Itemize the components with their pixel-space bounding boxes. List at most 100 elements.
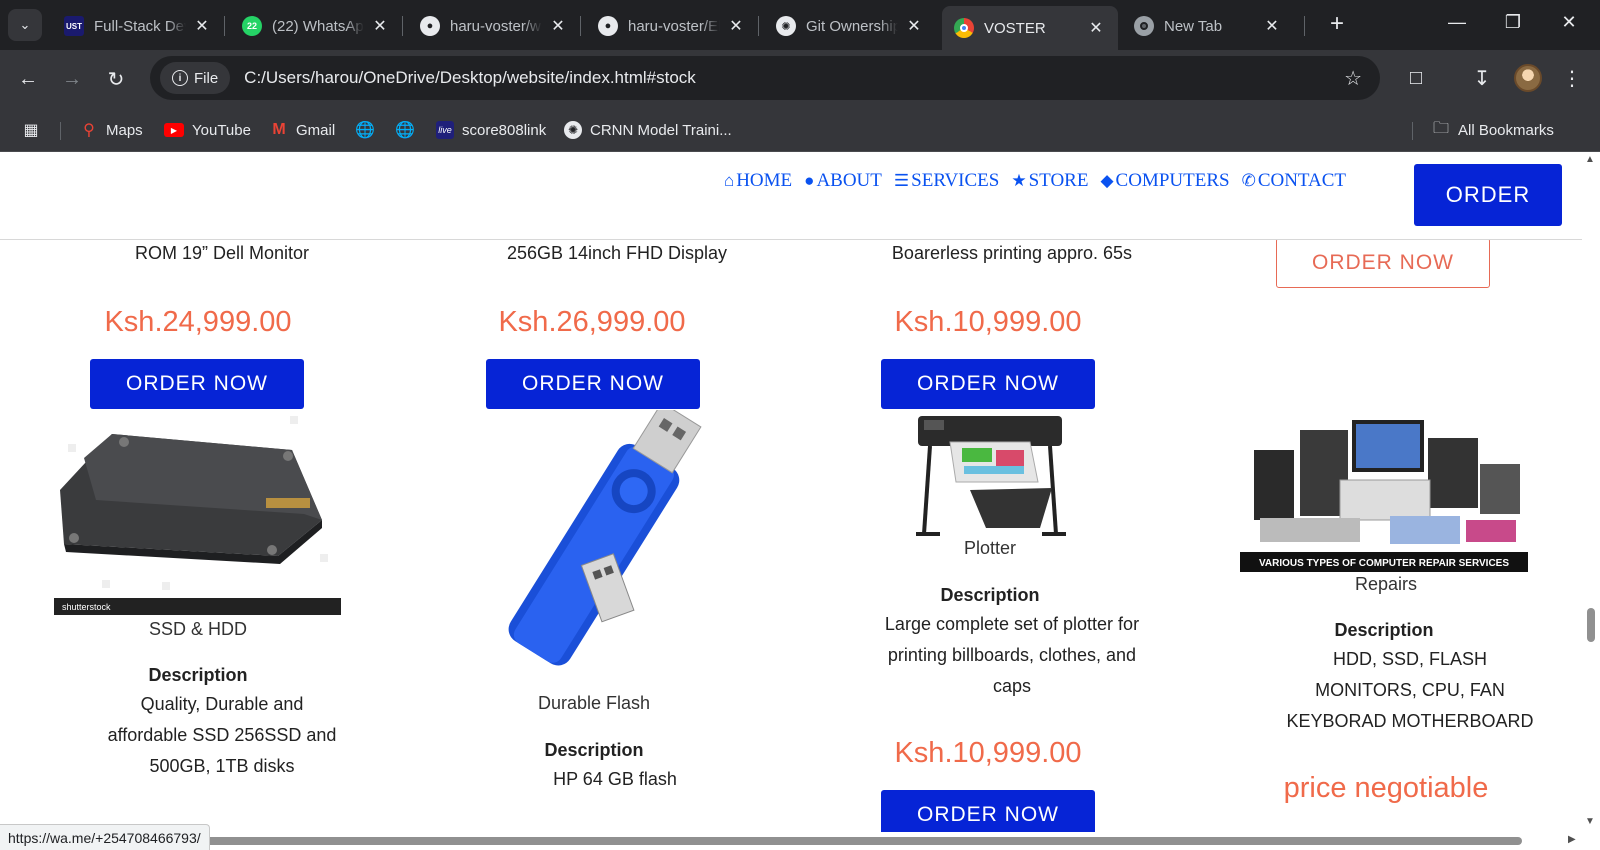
nav-computers[interactable]: ◆ COMPUTERS bbox=[1100, 170, 1229, 192]
tab-search-button[interactable]: ⌄ bbox=[8, 9, 42, 41]
forward-button[interactable]: → bbox=[58, 65, 86, 93]
bookmark-youtube[interactable]: ▶ YouTube bbox=[164, 118, 251, 142]
store-section: ROM 19” Dell Monitor 256GB 14inch FHD Di… bbox=[0, 152, 1582, 832]
tab-full-stack[interactable]: UST Full-Stack Dev ✕ bbox=[52, 8, 224, 44]
nav-label: HOME bbox=[736, 170, 793, 191]
close-icon[interactable]: ✕ bbox=[1262, 16, 1282, 36]
url-text[interactable]: C:/Users/harou/OneDrive/Desktop/website/… bbox=[244, 68, 696, 88]
home-icon: ⌂ bbox=[724, 171, 735, 190]
description-title: Description bbox=[544, 740, 644, 760]
apps-button[interactable]: ▦ bbox=[22, 118, 40, 142]
restore-button[interactable]: ❐ bbox=[1498, 12, 1528, 33]
bookmark-crnn[interactable]: ✺ CRNN Model Traini... bbox=[564, 118, 732, 142]
nav-label: CONTACT bbox=[1257, 170, 1347, 191]
scroll-thumb[interactable] bbox=[14, 837, 1522, 845]
order-now-button[interactable]: ORDER NOW bbox=[881, 359, 1095, 409]
tab-separator bbox=[402, 16, 403, 36]
bookmark-gmail[interactable]: M Gmail bbox=[270, 118, 335, 142]
description-title: Description bbox=[940, 585, 1040, 605]
page-viewport: ⌂ HOME ● ABOUT ☰ SERVICES ★ STORE ◆ COMPUTERS… bbox=[0, 152, 1582, 832]
site-info-label: File bbox=[194, 69, 219, 87]
new-tab-button[interactable]: + bbox=[1330, 12, 1344, 36]
tab-github-w[interactable]: ● haru-voster/w ✕ bbox=[408, 8, 580, 44]
ssd-image: shutterstock bbox=[54, 410, 341, 615]
all-bookmarks-button[interactable]: 🗀 All Bookmarks bbox=[1432, 118, 1554, 142]
bookmark-maps[interactable]: ⚲ Maps bbox=[80, 118, 143, 142]
live-icon: live bbox=[436, 121, 454, 139]
product-description: Quality, Durable and affordable SSD 256S… bbox=[107, 694, 337, 776]
tab-whatsapp[interactable]: 22 (22) WhatsApp ✕ bbox=[230, 8, 402, 44]
site-info-chip[interactable]: i File bbox=[160, 62, 231, 94]
description-title: Description bbox=[148, 665, 248, 685]
minimize-icon: — bbox=[1448, 12, 1466, 32]
arrow-left-icon: ← bbox=[18, 67, 38, 90]
close-icon[interactable]: ✕ bbox=[726, 16, 746, 36]
scroll-right-icon[interactable]: ▶ bbox=[1568, 834, 1576, 845]
tab-separator bbox=[1304, 16, 1305, 36]
all-bookmarks-label: All Bookmarks bbox=[1458, 121, 1554, 139]
tab-strip: ⌄ UST Full-Stack Dev ✕ 22 (22) WhatsApp … bbox=[0, 0, 1600, 50]
vertical-scrollbar[interactable]: ▲ ▼ bbox=[1582, 152, 1600, 832]
scroll-up-icon[interactable]: ▲ bbox=[1585, 154, 1595, 165]
github-icon: ● bbox=[598, 16, 618, 36]
chrome-icon bbox=[1134, 16, 1154, 36]
whatsapp-icon: 22 bbox=[242, 16, 262, 36]
bookmark-star-icon[interactable]: ☆ bbox=[1344, 66, 1362, 91]
minimize-button[interactable]: — bbox=[1442, 12, 1472, 33]
bookmark-score808link[interactable]: live score808link bbox=[436, 118, 546, 142]
flash-drive-image bbox=[450, 401, 740, 696]
product-caption: ROM 19” Dell Monitor bbox=[134, 243, 310, 263]
phone-icon: ✆ bbox=[1241, 171, 1256, 190]
horizontal-scrollbar[interactable]: ▶ bbox=[0, 832, 1600, 850]
address-bar[interactable]: i File C:/Users/harou/OneDrive/Desktop/w… bbox=[150, 56, 1380, 100]
plus-icon: + bbox=[1330, 10, 1345, 37]
close-icon[interactable]: ✕ bbox=[370, 16, 390, 36]
tab-github-el[interactable]: ● haru-voster/El ✕ bbox=[586, 8, 758, 44]
extensions-icon[interactable]: □ bbox=[1402, 64, 1430, 92]
browser-window: ⌄ UST Full-Stack Dev ✕ 22 (22) WhatsApp … bbox=[0, 0, 1600, 850]
star-icon: ★ bbox=[1011, 171, 1027, 190]
tag-icon: ◆ bbox=[1100, 171, 1114, 190]
order-button[interactable]: ORDER bbox=[1414, 164, 1562, 226]
profile-avatar[interactable] bbox=[1514, 64, 1542, 92]
back-button[interactable]: ← bbox=[14, 65, 42, 93]
close-icon[interactable]: ✕ bbox=[1086, 18, 1106, 38]
shutterstock-watermark: shutterstock bbox=[62, 602, 111, 612]
close-window-button[interactable]: ✕ bbox=[1554, 12, 1584, 33]
order-now-button[interactable]: ORDER NOW bbox=[90, 359, 304, 409]
globe-icon: 🌐 bbox=[395, 122, 415, 139]
nav-contact[interactable]: ✆ CONTACT bbox=[1242, 170, 1346, 192]
bookmark-label: CRNN Model Traini... bbox=[590, 121, 732, 139]
close-icon[interactable]: ✕ bbox=[904, 16, 924, 36]
bookmark-globe-1[interactable]: 🌐 bbox=[355, 118, 375, 142]
github-icon: ● bbox=[420, 16, 440, 36]
tab-voster[interactable]: VOSTER ✕ bbox=[942, 6, 1118, 50]
toolbar: ← → ↻ i File C:/Users/harou/OneDrive/Des… bbox=[0, 50, 1600, 108]
reload-button[interactable]: ↻ bbox=[102, 65, 130, 93]
bookmark-globe-2[interactable]: 🌐 bbox=[395, 118, 415, 142]
close-icon[interactable]: ✕ bbox=[192, 16, 212, 36]
nav-home[interactable]: ⌂ HOME bbox=[724, 170, 792, 192]
nav-about[interactable]: ● ABOUT bbox=[804, 170, 882, 192]
info-icon: i bbox=[172, 70, 188, 86]
product-caption: Boarerless printing appro. 65s bbox=[891, 243, 1133, 263]
tab-title: haru-voster/El bbox=[628, 17, 720, 35]
scroll-down-icon[interactable]: ▼ bbox=[1585, 816, 1595, 827]
gmail-icon: M bbox=[272, 121, 286, 138]
scroll-thumb[interactable] bbox=[1587, 608, 1595, 642]
order-now-button[interactable]: ORDER NOW bbox=[1276, 238, 1490, 288]
tab-separator bbox=[580, 16, 581, 36]
tab-git-ownership[interactable]: ✺ Git Ownership ✕ bbox=[764, 8, 936, 44]
nav-services[interactable]: ☰ SERVICES bbox=[894, 170, 999, 192]
status-bar-url: https://wa.me/+254708466793/ bbox=[0, 824, 210, 850]
tab-new-tab[interactable]: New Tab ✕ bbox=[1122, 8, 1294, 44]
order-now-button[interactable]: ORDER NOW bbox=[486, 359, 700, 409]
nav-store[interactable]: ★ STORE bbox=[1011, 170, 1088, 192]
nav-label: STORE bbox=[1028, 170, 1089, 191]
order-now-button[interactable]: ORDER NOW bbox=[881, 790, 1095, 832]
tab-title: New Tab bbox=[1164, 17, 1223, 35]
menu-kebab-icon[interactable]: ⋮ bbox=[1558, 64, 1586, 92]
download-icon[interactable]: ↧ bbox=[1468, 64, 1496, 92]
close-icon[interactable]: ✕ bbox=[548, 16, 568, 36]
bookmark-label: Gmail bbox=[296, 121, 336, 139]
